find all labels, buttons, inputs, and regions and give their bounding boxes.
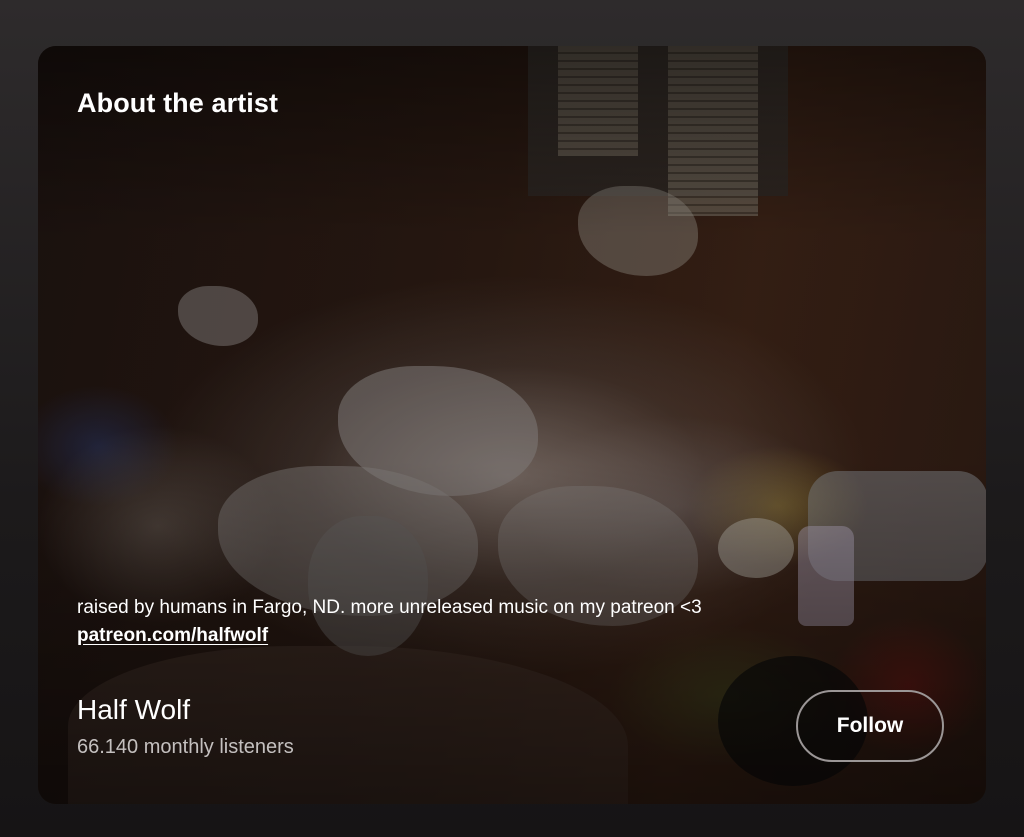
patreon-link[interactable]: patreon.com/halfwolf [77, 622, 268, 650]
section-heading: About the artist [77, 88, 279, 118]
follow-button[interactable]: Follow [796, 690, 944, 762]
monthly-listeners: 66.140 monthly listeners [77, 736, 294, 758]
artist-bio: raised by humans in Fargo, ND. more unre… [77, 594, 957, 650]
artist-name: Half Wolf [77, 694, 191, 725]
bio-text: raised by humans in Fargo, ND. more unre… [77, 597, 702, 618]
about-artist-card[interactable]: About the artist raised by humans in Far… [38, 46, 986, 804]
